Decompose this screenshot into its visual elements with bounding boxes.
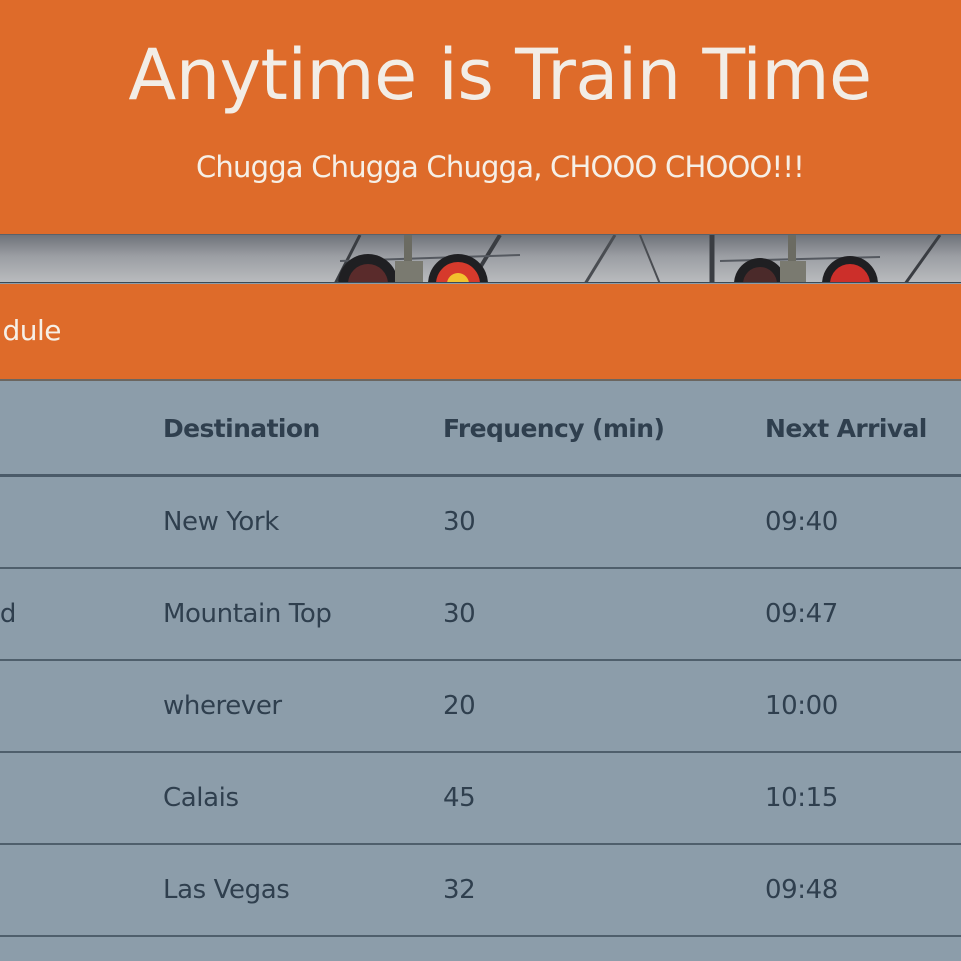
- frequency-cell: 20: [443, 691, 476, 721]
- train-signal-banner-image: [0, 234, 961, 283]
- table-row: New York 30 09:40: [0, 477, 961, 569]
- table-header-row: Destination Frequency (min) Next Arrival: [0, 383, 961, 477]
- train-name-text: d: [0, 599, 16, 629]
- destination-cell: New York: [163, 507, 279, 537]
- frequency-cell: 30: [443, 507, 476, 537]
- column-header-train-name: [0, 383, 150, 474]
- frequency-cell: 45: [443, 783, 476, 813]
- table-row: wherever 20 10:00: [0, 661, 961, 753]
- frequency-cell: 32: [443, 875, 476, 905]
- column-header-destination: Destination: [163, 414, 320, 443]
- panel-title: dule: [0, 314, 200, 350]
- train-schedule-table: Destination Frequency (min) Next Arrival…: [0, 383, 961, 937]
- page-subtitle: Chugga Chugga Chugga, CHOOO CHOOO!!!: [195, 150, 805, 184]
- train-name-cell: d: [0, 569, 150, 659]
- destination-cell: wherever: [163, 691, 282, 721]
- train-name-cell: [0, 845, 150, 935]
- schedule-panel-heading: dule: [0, 284, 961, 381]
- column-header-frequency: Frequency (min): [443, 414, 665, 443]
- destination-cell: Mountain Top: [163, 599, 332, 629]
- jumbotron-header: Anytime is Train Time Chugga Chugga Chug…: [0, 0, 961, 234]
- destination-cell: Las Vegas: [163, 875, 290, 905]
- next-arrival-cell: 09:40: [765, 507, 838, 537]
- next-arrival-cell: 09:48: [765, 875, 838, 905]
- page-title: Anytime is Train Time: [128, 34, 872, 116]
- table-row: Las Vegas 32 09:48: [0, 845, 961, 937]
- table-row: Calais 45 10:15: [0, 753, 961, 845]
- next-arrival-cell: 09:47: [765, 599, 838, 629]
- train-name-cell: [0, 661, 150, 751]
- next-arrival-cell: 10:15: [765, 783, 838, 813]
- train-name-cell: [0, 477, 150, 567]
- column-header-next-arrival: Next Arrival: [765, 414, 927, 443]
- destination-cell: Calais: [163, 783, 239, 813]
- frequency-cell: 30: [443, 599, 476, 629]
- panel-title-text: dule: [2, 314, 61, 347]
- table-row: d Mountain Top 30 09:47: [0, 569, 961, 661]
- next-arrival-cell: 10:00: [765, 691, 838, 721]
- train-name-cell: [0, 753, 150, 843]
